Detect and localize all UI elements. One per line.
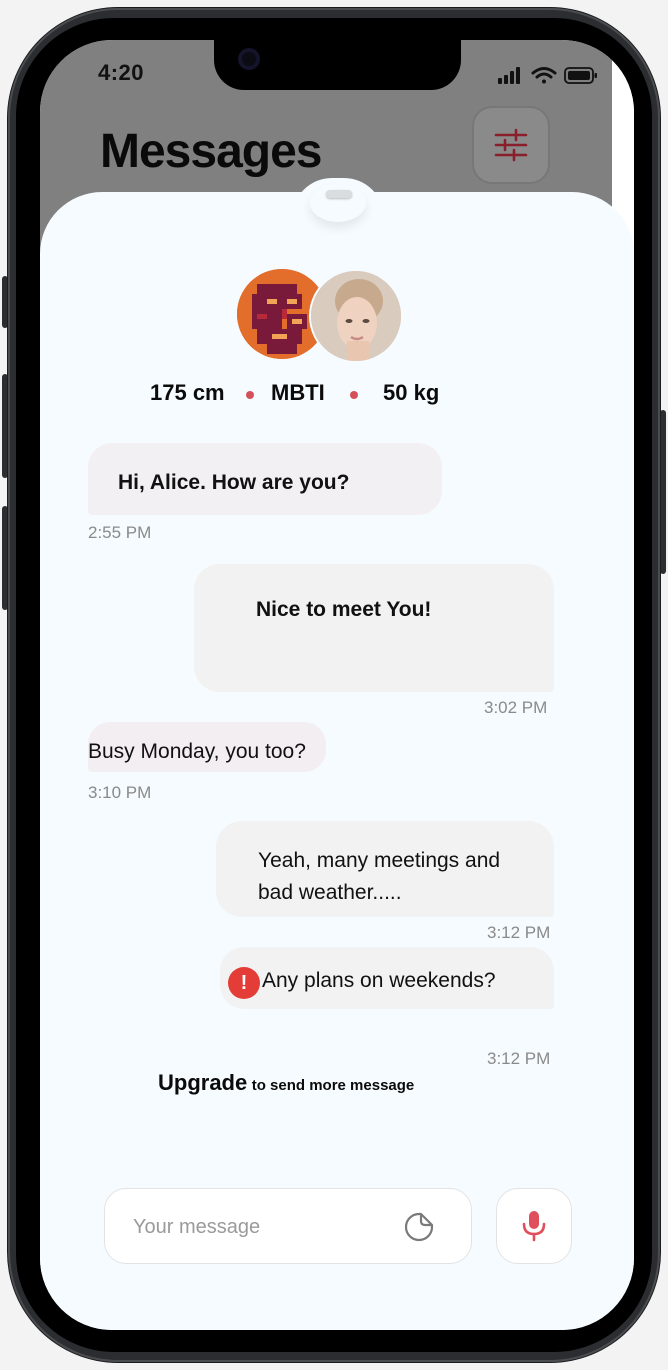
sliders-icon (494, 128, 528, 162)
stat-separator (246, 391, 254, 399)
message-text: Hi, Alice. How are you? (118, 471, 350, 494)
power-button (660, 410, 666, 574)
stat-height: 175 cm (150, 380, 225, 405)
upgrade-link[interactable]: Upgrade (158, 1070, 247, 1095)
portrait-image (311, 271, 401, 361)
message-bubble-incoming[interactable]: Busy Monday, you too? (88, 722, 326, 772)
page-title: Messages (100, 125, 322, 178)
message-bubble-outgoing[interactable]: Yeah, many meetings and bad weather..... (216, 821, 554, 917)
status-icons (498, 67, 597, 84)
screen: 4:20 Messages 175 cm MBTI 50 kg Hi, Alic… (40, 40, 634, 1330)
message-text: Any plans on weekends? (262, 969, 496, 992)
profile-stats: 175 cm MBTI 50 kg (146, 380, 506, 410)
upgrade-prompt[interactable]: Upgrade to send more message (158, 1070, 414, 1096)
message-timestamp: 3:10 PM (88, 783, 152, 802)
voice-message-button[interactable] (496, 1188, 572, 1264)
wifi-icon (531, 67, 557, 84)
sticker-icon[interactable] (403, 1211, 435, 1243)
message-text: Yeah, many meetings and (258, 849, 501, 872)
message-input[interactable] (131, 1189, 385, 1265)
status-time: 4:20 (98, 60, 145, 85)
message-timestamp: 3:12 PM (487, 1049, 551, 1068)
stat-weight: 50 kg (383, 380, 440, 405)
battery-icon (564, 67, 597, 84)
message-text: Busy Monday, you too? (88, 740, 306, 763)
message-text: Nice to meet You! (256, 598, 432, 621)
exclamation-icon[interactable]: ! (228, 967, 260, 999)
front-camera (238, 48, 260, 70)
microphone-icon (522, 1211, 546, 1242)
avatar-photo[interactable] (309, 269, 403, 363)
message-timestamp: 3:12 PM (487, 923, 551, 942)
sheet-drag-handle[interactable] (326, 190, 352, 198)
message-composer[interactable] (104, 1188, 472, 1265)
stat-separator (350, 391, 358, 399)
message-timestamp: 3:02 PM (484, 698, 548, 717)
signal-icon (498, 67, 520, 84)
message-text: bad weather..... (258, 881, 402, 904)
message-bubble-outgoing[interactable]: Nice to meet You! (194, 564, 554, 692)
upgrade-caption: to send more message (251, 1077, 415, 1094)
message-bubble-outgoing[interactable]: Any plans on weekends? (220, 947, 554, 1009)
message-bubble-incoming[interactable]: Hi, Alice. How are you? (88, 443, 442, 515)
filter-button[interactable] (472, 106, 550, 184)
message-timestamp: 2:55 PM (88, 523, 152, 542)
stat-mbti: MBTI (271, 380, 325, 405)
